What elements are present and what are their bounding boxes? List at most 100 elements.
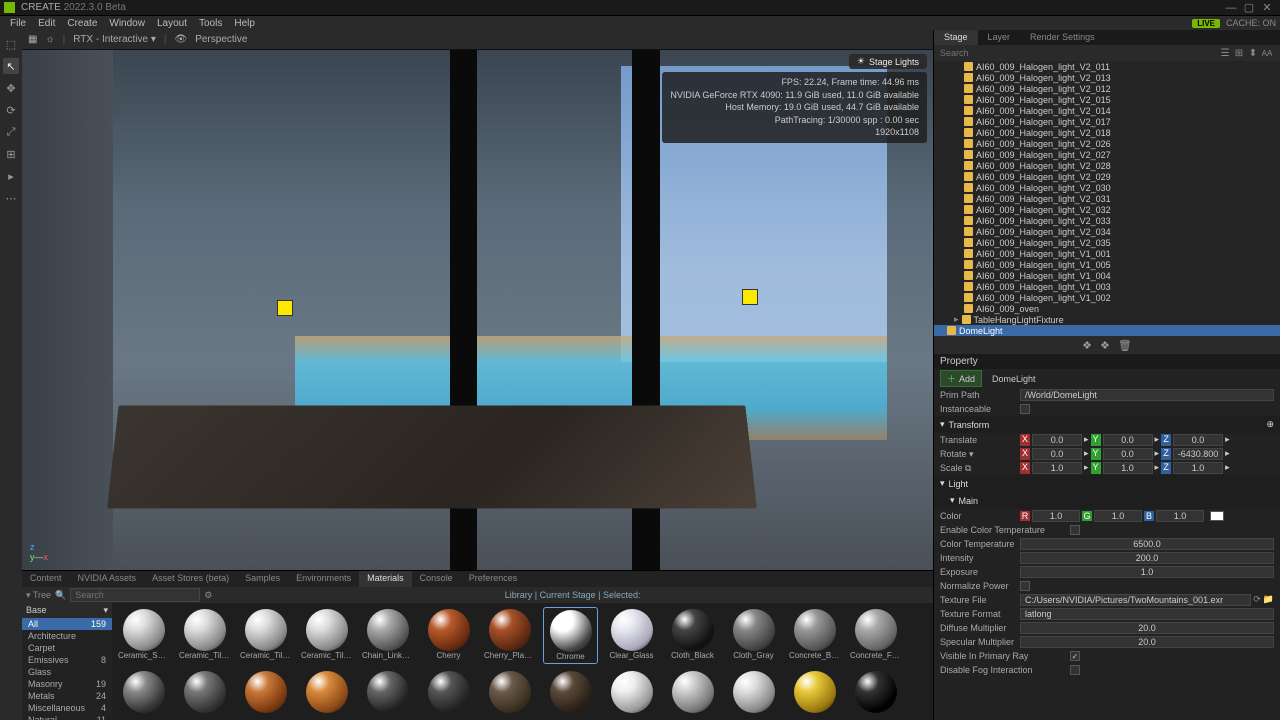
tab-samples[interactable]: Samples (237, 571, 288, 587)
material-clear_glass[interactable]: Clear_Glass (604, 607, 659, 664)
layers-icon[interactable]: ❖ (1082, 339, 1092, 352)
material-concrete_formed[interactable]: Concrete_Formed (848, 607, 903, 664)
outliner-node[interactable]: AI60_009_Halogen_light_V2_014 (934, 105, 1280, 116)
material-item[interactable] (482, 669, 537, 716)
category-architecture[interactable]: Architecture (22, 630, 112, 642)
material-item[interactable] (177, 669, 232, 716)
instanceable-checkbox[interactable] (1020, 404, 1030, 414)
category-natural[interactable]: Natural11 (22, 714, 112, 720)
options-icon[interactable]: ⊞ (1232, 48, 1246, 59)
material-item[interactable] (116, 669, 171, 716)
color-b-input[interactable] (1156, 510, 1204, 522)
material-ceramic_tile_18[interactable]: Ceramic_Tile_18 (238, 607, 293, 664)
rtab-layer[interactable]: Layer (978, 30, 1021, 45)
camera-icon[interactable]: ▦ (28, 34, 37, 45)
light-gizmo-icon[interactable] (742, 289, 758, 305)
move-tool-icon[interactable]: ✥ (3, 80, 19, 96)
tab-console[interactable]: Console (412, 571, 461, 587)
viewport[interactable]: ☀Stage Lights FPS: 22.24, Frame time: 44… (22, 50, 933, 570)
color-g-input[interactable] (1094, 510, 1142, 522)
browse-icon[interactable]: 📁 (1263, 594, 1274, 606)
cursor-tool-icon[interactable]: ↖ (3, 58, 19, 74)
outliner-node[interactable]: AI60_009_Halogen_light_V2_035 (934, 237, 1280, 248)
sort-icon[interactable]: ⬍ (1246, 48, 1260, 59)
diffuse-mult-input[interactable] (1020, 622, 1274, 634)
translate-z-input[interactable] (1173, 434, 1223, 446)
menu-create[interactable]: Create (61, 18, 103, 29)
specular-mult-input[interactable] (1020, 636, 1274, 648)
rotate-z-input[interactable] (1173, 448, 1223, 460)
scale-y-input[interactable] (1103, 462, 1153, 474)
tab-content[interactable]: Content (22, 571, 70, 587)
outliner-node[interactable]: AI60_009_Halogen_light_V2_033 (934, 215, 1280, 226)
material-item[interactable] (299, 669, 354, 716)
rtab-stage[interactable]: Stage (934, 30, 978, 45)
outliner-node[interactable]: AI60_009_Halogen_light_V2_012 (934, 83, 1280, 94)
rotate-tool-icon[interactable]: ⟳ (3, 102, 19, 118)
outliner-node[interactable]: DomeLight (934, 325, 1280, 336)
trash-icon[interactable]: 🗑 (1118, 339, 1132, 352)
rotate-x-input[interactable] (1032, 448, 1082, 460)
scale-z-input[interactable] (1173, 462, 1223, 474)
add-button[interactable]: ＋Add (940, 370, 982, 387)
material-item[interactable] (665, 669, 720, 716)
light-section[interactable]: ▾Light (934, 475, 1280, 492)
category-miscellaneous[interactable]: Miscellaneous4 (22, 702, 112, 714)
material-item[interactable] (360, 669, 415, 716)
material-item[interactable] (238, 669, 293, 716)
outliner-node[interactable]: AI60_009_Halogen_light_V2_031 (934, 193, 1280, 204)
menu-tools[interactable]: Tools (193, 18, 228, 29)
tab-preferences[interactable]: Preferences (461, 571, 526, 587)
translate-x-input[interactable] (1032, 434, 1082, 446)
main-section[interactable]: ▾Main (934, 492, 1280, 509)
texture-file-input[interactable] (1020, 594, 1251, 606)
outliner-node[interactable]: AI60_009_Halogen_light_V1_003 (934, 281, 1280, 292)
rotate-y-input[interactable] (1103, 448, 1153, 460)
close-icon[interactable]: ✕ (1258, 1, 1276, 14)
translate-y-input[interactable] (1103, 434, 1153, 446)
outliner-node[interactable]: AI60_009_Halogen_light_V2_030 (934, 182, 1280, 193)
outliner[interactable]: AI60_009_Halogen_light_V2_011AI60_009_Ha… (934, 61, 1280, 336)
outliner-node[interactable]: AI60_009_oven (934, 303, 1280, 314)
eye-icon[interactable]: 👁 (175, 34, 188, 45)
menu-layout[interactable]: Layout (151, 18, 193, 29)
material-ceramic_tile_12[interactable]: Ceramic_Tile_12 (177, 607, 232, 664)
material-concrete_block[interactable]: Concrete_Block (787, 607, 842, 664)
scale-tool-icon[interactable]: ⤢ (3, 124, 19, 140)
material-cloth_black[interactable]: Cloth_Black (665, 607, 720, 664)
color-r-input[interactable] (1032, 510, 1080, 522)
color-temp-input[interactable] (1020, 538, 1274, 550)
material-item[interactable] (787, 669, 842, 716)
tree-toggle[interactable]: Tree (33, 590, 51, 600)
live-badge[interactable]: LIVE (1192, 19, 1220, 28)
reload-icon[interactable]: ⟳ (1253, 594, 1261, 606)
category-emissives[interactable]: Emissives8 (22, 654, 112, 666)
material-chain_link_fence[interactable]: Chain_Link_Fence (360, 607, 415, 664)
minimize-icon[interactable]: — (1222, 2, 1240, 14)
reset-icon[interactable]: ⊕ (1266, 419, 1274, 430)
outliner-node[interactable]: AI60_009_Halogen_light_V1_001 (934, 248, 1280, 259)
menu-edit[interactable]: Edit (32, 18, 61, 29)
stage-search-input[interactable] (940, 48, 1218, 58)
category-masonry[interactable]: Masonry19 (22, 678, 112, 690)
outliner-node[interactable]: AI60_009_Halogen_light_V2_032 (934, 204, 1280, 215)
prim-path-input[interactable] (1020, 389, 1274, 401)
material-cherry_planks[interactable]: Cherry_Planks (482, 607, 537, 664)
filter-icon[interactable]: ☰ (1218, 48, 1232, 59)
category-carpet[interactable]: Carpet (22, 642, 112, 654)
settings-icon[interactable]: ⚙ (204, 590, 212, 601)
material-cloth_gray[interactable]: Cloth_Gray (726, 607, 781, 664)
material-ceramic_tile_6[interactable]: Ceramic_Tile_6 (299, 607, 354, 664)
material-cherry[interactable]: Cherry (421, 607, 476, 664)
materials-search-input[interactable] (70, 588, 200, 602)
category-metals[interactable]: Metals24 (22, 690, 112, 702)
category-all[interactable]: All159 (22, 618, 112, 630)
category-glass[interactable]: Glass (22, 666, 112, 678)
transform-section[interactable]: ▾Transform⊕ (934, 416, 1280, 433)
play-tool-icon[interactable]: ▸ (3, 168, 19, 184)
light-toggle-icon[interactable]: ☼ (45, 34, 54, 45)
tab-environments[interactable]: Environments (288, 571, 359, 587)
scale-x-input[interactable] (1032, 462, 1082, 474)
light-gizmo-icon[interactable] (277, 300, 293, 316)
rtab-render-settings[interactable]: Render Settings (1020, 30, 1105, 45)
